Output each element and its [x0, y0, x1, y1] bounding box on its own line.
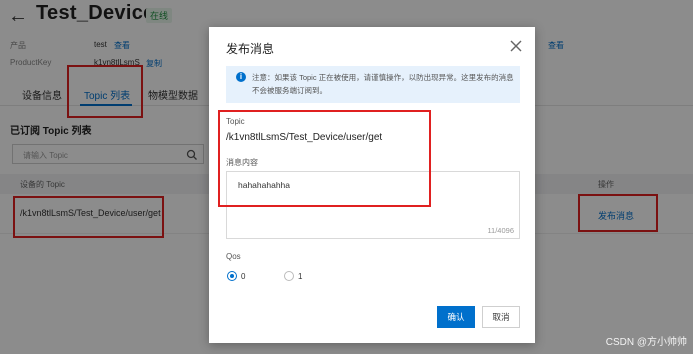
char-count: 11/4096 — [487, 226, 514, 235]
qos-0-radio[interactable] — [227, 271, 237, 281]
qos-1-radio[interactable] — [284, 271, 294, 281]
watermark: CSDN @方小帅帅 — [605, 337, 687, 348]
dialog-title: 发布消息 — [226, 42, 275, 56]
qos-0-label: 0 — [241, 272, 246, 281]
info-icon: i — [236, 72, 246, 82]
highlight-box-topic-message — [218, 110, 431, 207]
close-icon[interactable] — [509, 39, 523, 53]
confirm-button[interactable]: 确认 — [437, 306, 475, 328]
notice-text: 注意：如果该 Topic 正在被使用，请谨慎操作，以防出现异常。这里发布的消息不… — [252, 73, 514, 95]
notice-banner: i 注意：如果该 Topic 正在被使用，请谨慎操作，以防出现异常。这里发布的消… — [226, 66, 520, 103]
publish-message-dialog: 发布消息 i 注意：如果该 Topic 正在被使用，请谨慎操作，以防出现异常。这… — [209, 27, 535, 343]
qos-1-label: 1 — [298, 272, 303, 281]
cancel-button[interactable]: 取消 — [482, 306, 520, 328]
qos-label: Qos — [226, 252, 241, 261]
